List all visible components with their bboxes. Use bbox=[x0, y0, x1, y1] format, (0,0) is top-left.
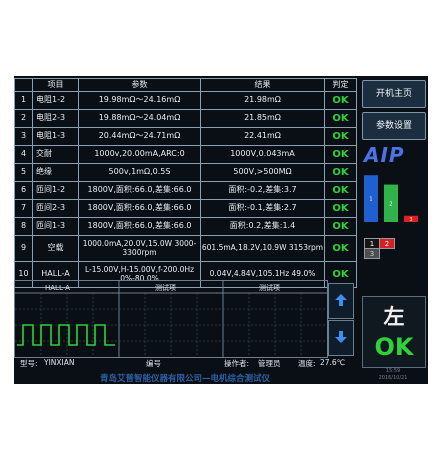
status-footer: 型号: YINXIAN 编号 操作者: 管理员 温度: 27.6℃ bbox=[14, 357, 356, 369]
row-item: 空载 bbox=[32, 235, 79, 262]
row-param: 1800V,面积:66.0,差集:66.0 bbox=[78, 199, 201, 218]
table-row: 5 绝缘 500v,1mΩ,0.5S 500V,>500MΩ OK bbox=[14, 163, 357, 182]
row-result: 面积:0.2,差集:1.4 bbox=[200, 217, 325, 236]
row-result: 21.85mΩ bbox=[200, 109, 325, 128]
clock: 15:59 2016/10/21 bbox=[362, 368, 424, 382]
row-no: 5 bbox=[14, 163, 33, 182]
row-result: 21.98mΩ bbox=[200, 91, 325, 110]
table-row: 8 匝间1-3 1800V,面积:66.0,差集:66.0 面积:0.2,差集:… bbox=[14, 217, 357, 236]
header-judge: 判定 bbox=[324, 78, 357, 92]
wave-title: HALL-A bbox=[45, 284, 70, 292]
clock-date: 2016/10/21 bbox=[378, 375, 408, 381]
wave-panel-3-title: 测试项 bbox=[259, 283, 280, 292]
header-param: 参数 bbox=[78, 78, 201, 92]
channel-1-indicator: 1 bbox=[364, 238, 380, 249]
row-item: 匝间1-3 bbox=[32, 217, 79, 236]
row-param: 19.88mΩ～24.04mΩ bbox=[78, 109, 201, 128]
row-item: 绝缘 bbox=[32, 163, 79, 182]
level-bar-label: 2 bbox=[389, 201, 392, 207]
row-judge: OK bbox=[324, 199, 357, 218]
row-no: 7 bbox=[14, 199, 33, 218]
row-param: 19.98mΩ～24.16mΩ bbox=[78, 91, 201, 110]
side-label: 左 bbox=[383, 305, 405, 329]
header-item: 项目 bbox=[32, 78, 79, 92]
waveform-area: HALL-A 测试项 测试项 bbox=[14, 280, 328, 358]
row-param: 500v,1mΩ,0.5S bbox=[78, 163, 201, 182]
aip-logo: AIP bbox=[364, 143, 405, 167]
row-item: 匝间1-2 bbox=[32, 181, 79, 200]
table-row: 4 交耐 1000v,20.00mA,ARC:0 1000V,0.043mA O… bbox=[14, 145, 357, 164]
table-header-row: 项目 参数 结果 判定 bbox=[14, 78, 357, 92]
arrow-up-icon bbox=[335, 294, 347, 306]
wave-panel-2-title: 测试项 bbox=[155, 283, 176, 292]
row-item: 电阻1-3 bbox=[32, 127, 79, 146]
row-param: 1800V,面积:66.0,差集:66.0 bbox=[78, 181, 201, 200]
number-label: 编号 bbox=[146, 359, 161, 368]
scroll-up-button[interactable] bbox=[328, 283, 354, 319]
channel-2-indicator: 2 bbox=[379, 238, 395, 249]
level-bar-label: 3 bbox=[409, 217, 412, 223]
header-result: 结果 bbox=[200, 78, 325, 92]
home-button[interactable]: 开机主页 bbox=[362, 80, 426, 108]
row-judge: OK bbox=[324, 181, 357, 200]
row-item: 电阻1-2 bbox=[32, 91, 79, 110]
row-no: 6 bbox=[14, 181, 33, 200]
temperature-label: 温度: bbox=[298, 359, 316, 368]
result-table: 项目 参数 结果 判定 1 电阻1-2 19.98mΩ～24.16mΩ 21.9… bbox=[14, 78, 357, 288]
row-no: 9 bbox=[14, 235, 33, 262]
row-no: 8 bbox=[14, 217, 33, 236]
row-result: 22.41mΩ bbox=[200, 127, 325, 146]
row-judge: OK bbox=[324, 127, 357, 146]
level-bar-label: 1 bbox=[369, 197, 372, 203]
row-judge: OK bbox=[324, 235, 357, 262]
row-result: 1000V,0.043mA bbox=[200, 145, 325, 164]
row-no: 1 bbox=[14, 91, 33, 110]
company-banner: 青岛艾普智能仪器有限公司—电机综合测试仪 bbox=[99, 374, 270, 384]
model-label: 型号: bbox=[20, 359, 38, 368]
channel-indicator: 1 2 3 bbox=[364, 238, 410, 259]
row-no: 3 bbox=[14, 127, 33, 146]
clock-time: 15:59 bbox=[385, 368, 401, 374]
row-result: 面积:-0.2,差集:3.7 bbox=[200, 181, 325, 200]
row-judge: OK bbox=[324, 109, 357, 128]
row-result: 500V,>500MΩ bbox=[200, 163, 325, 182]
arrow-down-icon bbox=[335, 331, 347, 343]
overall-result: OK bbox=[374, 333, 414, 361]
row-param: 1000.0mA,20.0V,15.0W 3000-3300rpm bbox=[78, 235, 201, 262]
row-judge: OK bbox=[324, 91, 357, 110]
row-item: 交耐 bbox=[32, 145, 79, 164]
table-row: 1 电阻1-2 19.98mΩ～24.16mΩ 21.98mΩ OK bbox=[14, 91, 357, 110]
hall-waveform bbox=[17, 324, 115, 346]
row-judge: OK bbox=[324, 217, 357, 236]
row-item: 匝间2-3 bbox=[32, 199, 79, 218]
header-no bbox=[14, 78, 33, 92]
settings-button[interactable]: 参数设置 bbox=[362, 112, 426, 140]
channel-3-indicator: 3 bbox=[364, 248, 380, 259]
model-value: YINXIAN bbox=[44, 358, 75, 367]
waveform-grid: HALL-A 测试项 测试项 bbox=[15, 281, 327, 357]
row-param: 1000v,20.00mA,ARC:0 bbox=[78, 145, 201, 164]
row-item: 电阻2-3 bbox=[32, 109, 79, 128]
table-row: 2 电阻2-3 19.88mΩ～24.04mΩ 21.85mΩ OK bbox=[14, 109, 357, 128]
row-param: 1800V,面积:66.0,差集:66.0 bbox=[78, 217, 201, 236]
row-no: 4 bbox=[14, 145, 33, 164]
row-judge: OK bbox=[324, 145, 357, 164]
row-judge: OK bbox=[324, 163, 357, 182]
row-result: 面积:-0.1,差集:2.7 bbox=[200, 199, 325, 218]
operator-value: 管理员 bbox=[258, 359, 281, 368]
temperature-value: 27.6℃ bbox=[320, 358, 346, 367]
row-no: 2 bbox=[14, 109, 33, 128]
side-result-panel: 左 OK bbox=[362, 296, 426, 368]
row-param: 20.44mΩ～24.71mΩ bbox=[78, 127, 201, 146]
operator-label: 操作者: bbox=[224, 359, 250, 368]
channel-level-bars: 1 2 3 bbox=[364, 175, 418, 223]
table-row: 3 电阻1-3 20.44mΩ～24.71mΩ 22.41mΩ OK bbox=[14, 127, 357, 146]
table-row: 6 匝间1-2 1800V,面积:66.0,差集:66.0 面积:-0.2,差集… bbox=[14, 181, 357, 200]
table-row: 7 匝间2-3 1800V,面积:66.0,差集:66.0 面积:-0.1,差集… bbox=[14, 199, 357, 218]
table-row: 9 空载 1000.0mA,20.0V,15.0W 3000-3300rpm 6… bbox=[14, 235, 357, 262]
row-result: 601.5mA,18.2V,10.9W 3153rpm bbox=[200, 235, 325, 262]
scroll-down-button[interactable] bbox=[328, 320, 354, 356]
